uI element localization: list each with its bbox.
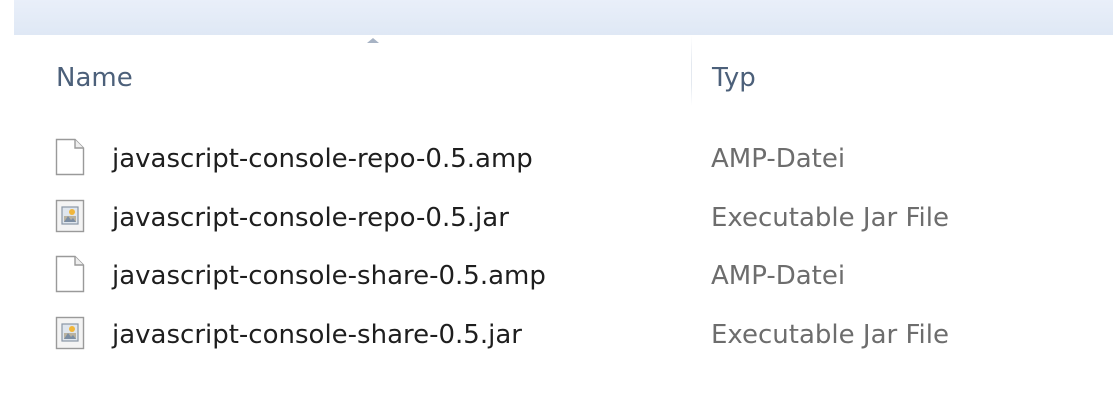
file-row[interactable]: javascript-console-repo-0.5.amp AMP-Date… (14, 133, 1113, 192)
column-header-type[interactable]: Typ (712, 56, 1092, 100)
column-resize-divider[interactable] (691, 36, 692, 106)
blank-document-icon (55, 255, 85, 293)
column-header-name[interactable]: Name (56, 56, 686, 100)
file-row[interactable]: javascript-console-share-0.5.amp AMP-Dat… (14, 250, 1113, 309)
jar-file-icon (55, 199, 85, 232)
file-list: javascript-console-repo-0.5.amp AMP-Date… (14, 133, 1113, 367)
file-name[interactable]: javascript-console-share-0.5.jar (112, 313, 522, 357)
file-name[interactable]: javascript-console-share-0.5.amp (112, 254, 546, 298)
file-type: Executable Jar File (711, 319, 949, 350)
sort-ascending-icon (367, 38, 379, 43)
file-type: Executable Jar File (711, 202, 949, 233)
file-row[interactable]: javascript-console-repo-0.5.jar Executab… (14, 192, 1113, 251)
file-row[interactable]: javascript-console-share-0.5.jar Executa… (14, 309, 1113, 368)
file-name[interactable]: javascript-console-repo-0.5.jar (112, 196, 509, 240)
file-type: AMP-Datei (711, 261, 846, 291)
column-header-row: Name Typ (14, 36, 1113, 114)
file-type: AMP-Datei (711, 144, 846, 174)
explorer-toolbar-band (0, 0, 1113, 35)
blank-document-icon (55, 138, 85, 176)
navigation-pane-edge (0, 0, 14, 415)
file-name[interactable]: javascript-console-repo-0.5.amp (112, 137, 533, 181)
jar-file-icon (55, 316, 85, 349)
